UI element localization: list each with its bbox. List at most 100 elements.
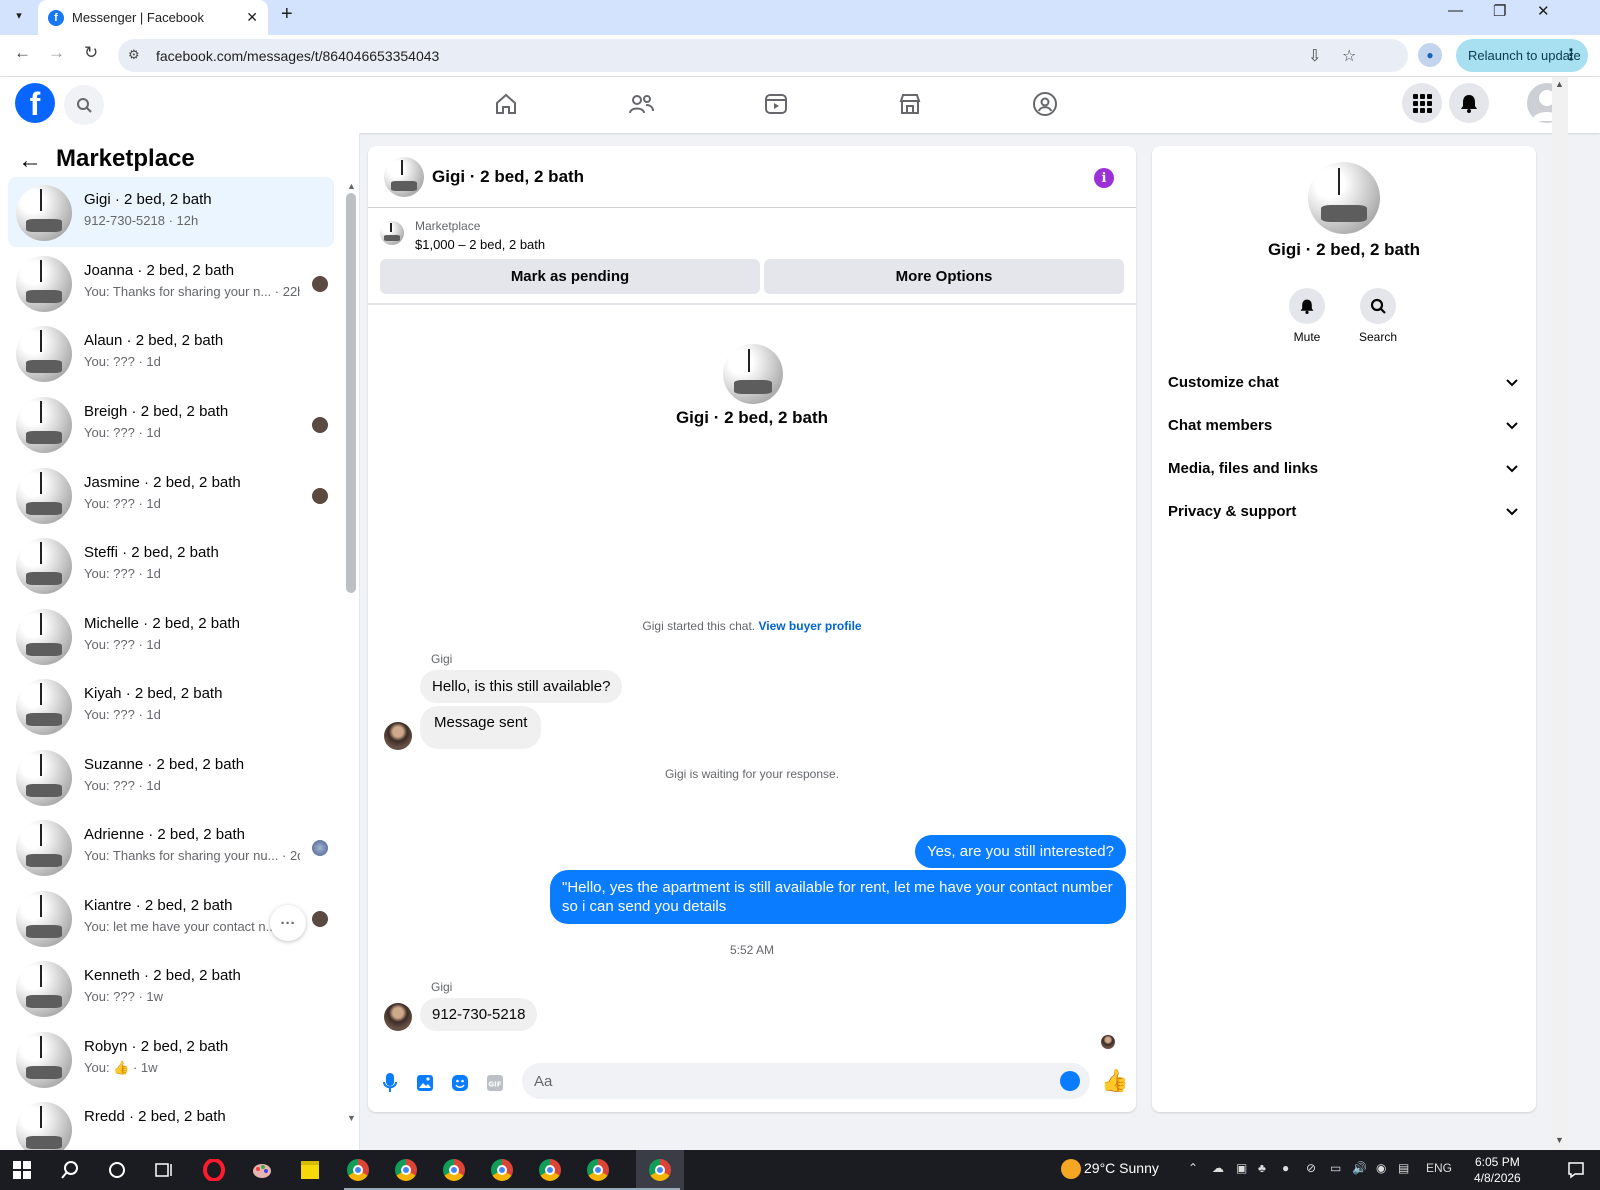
message-input[interactable]: Aa: [522, 1063, 1090, 1099]
reload-icon[interactable]: ↻: [84, 43, 98, 63]
marketplace-icon[interactable]: [895, 89, 925, 119]
scroll-down-icon[interactable]: ▼: [347, 1113, 356, 1123]
notification-center-icon[interactable]: [1562, 1156, 1590, 1184]
conversation-item[interactable]: Suzanne · 2 bed, 2 bath You: ??? · 1d: [8, 742, 334, 812]
conversation-item[interactable]: Breigh · 2 bed, 2 bath You: ??? · 1d: [8, 389, 334, 459]
more-options-icon[interactable]: ···: [270, 905, 306, 941]
emoji-icon[interactable]: [1060, 1071, 1080, 1091]
more-options-button[interactable]: More Options: [764, 259, 1124, 294]
media-files-links-section[interactable]: Media, files and links: [1168, 446, 1520, 490]
cloud-icon[interactable]: ☁: [1212, 1161, 1224, 1175]
facebook-logo[interactable]: f: [15, 83, 55, 123]
new-tab-icon[interactable]: +: [281, 3, 293, 26]
window-close-icon[interactable]: ✕: [1537, 2, 1550, 20]
chrome-icon[interactable]: [440, 1156, 468, 1184]
conversation-item[interactable]: Kiyah · 2 bed, 2 bath You: ??? · 1d: [8, 671, 334, 741]
conversation-item[interactable]: Kiantre · 2 bed, 2 bath You: let me have…: [8, 883, 334, 953]
browser-tab[interactable]: f Messenger | Facebook ✕: [38, 0, 268, 35]
tray-app-icon[interactable]: ♣: [1258, 1161, 1266, 1175]
chat-avatar[interactable]: [384, 157, 424, 197]
network-icon[interactable]: ▤: [1398, 1161, 1409, 1175]
scroll-down-icon[interactable]: ▼: [1555, 1135, 1564, 1145]
conversation-item[interactable]: Gigi · 2 bed, 2 bath 912-730-5218 · 12h: [8, 177, 334, 247]
browser-profile-icon[interactable]: ●: [1418, 43, 1442, 67]
chrome-icon[interactable]: [536, 1156, 564, 1184]
customize-chat-section[interactable]: Customize chat: [1168, 360, 1520, 404]
microphone-icon[interactable]: [379, 1072, 401, 1094]
bookmark-star-icon[interactable]: ☆: [1342, 46, 1356, 66]
sticky-notes-icon[interactable]: [296, 1156, 324, 1184]
tray-app-icon[interactable]: ●: [1282, 1161, 1289, 1175]
sender-avatar[interactable]: [384, 722, 412, 750]
tab-search-dropdown-icon[interactable]: ▾: [6, 2, 32, 28]
relaunch-button[interactable]: Relaunch to update ⋮: [1456, 39, 1588, 72]
scroll-up-icon[interactable]: ▲: [1555, 79, 1564, 89]
incoming-message[interactable]: Message sent: [420, 706, 542, 749]
view-buyer-profile-link[interactable]: View buyer profile: [758, 619, 861, 633]
restore-icon[interactable]: ❐: [1493, 2, 1506, 20]
chat-title[interactable]: Gigi · 2 bed, 2 bath: [432, 167, 584, 187]
system-clock[interactable]: 6:05 PM 4/8/2026: [1474, 1154, 1521, 1186]
mark-as-pending-button[interactable]: Mark as pending: [380, 259, 760, 294]
install-app-icon[interactable]: ⇩: [1308, 46, 1321, 66]
weather-text[interactable]: 29°C Sunny: [1084, 1160, 1159, 1176]
notifications-bell-icon[interactable]: [1449, 83, 1489, 123]
incoming-message[interactable]: 912-730-5218: [420, 998, 538, 1031]
conversation-item[interactable]: Michelle · 2 bed, 2 bath You: ??? · 1d: [8, 601, 334, 671]
conversation-item[interactable]: Jasmine · 2 bed, 2 bath You: ??? · 1d: [8, 460, 334, 530]
listing-thumbnail[interactable]: [380, 221, 404, 245]
conversation-item[interactable]: Adrienne · 2 bed, 2 bath You: Thanks for…: [8, 812, 334, 882]
conversation-item[interactable]: Joanna · 2 bed, 2 bath You: Thanks for s…: [8, 248, 334, 318]
sticker-icon[interactable]: [449, 1072, 471, 1094]
conversation-item[interactable]: Alaun · 2 bed, 2 bath You: ??? · 1d: [8, 318, 334, 388]
windows-start-icon[interactable]: [8, 1156, 36, 1184]
volume-icon[interactable]: 🔊: [1352, 1161, 1367, 1175]
scroll-up-icon[interactable]: ▲: [347, 181, 356, 191]
forward-icon[interactable]: →: [48, 43, 65, 63]
chrome-icon[interactable]: [344, 1156, 372, 1184]
thumbs-up-icon[interactable]: 👍: [1101, 1068, 1128, 1094]
paint-app-icon[interactable]: [248, 1156, 276, 1184]
browser-menu-icon[interactable]: ⋮: [1563, 45, 1579, 65]
info-icon[interactable]: i: [1094, 168, 1114, 188]
groups-icon[interactable]: [1030, 89, 1060, 119]
minimize-icon[interactable]: —: [1448, 2, 1463, 19]
network-off-icon[interactable]: ⊘: [1306, 1161, 1316, 1175]
chrome-icon[interactable]: [584, 1156, 612, 1184]
search-icon[interactable]: [56, 1156, 84, 1184]
sidebar-scrollbar[interactable]: [346, 193, 356, 593]
task-view-icon[interactable]: [150, 1156, 178, 1184]
site-info-icon[interactable]: ⚙: [128, 47, 140, 63]
conversation-item[interactable]: Rredd · 2 bed, 2 bath: [8, 1094, 334, 1150]
back-arrow-icon[interactable]: ←: [18, 147, 42, 175]
menu-grid-icon[interactable]: [1402, 83, 1442, 123]
conversation-item[interactable]: Robyn · 2 bed, 2 bath You: 👍 · 1w: [8, 1024, 334, 1094]
chrome-icon[interactable]: [488, 1156, 516, 1184]
cortana-icon[interactable]: [103, 1156, 131, 1184]
search-in-chat-button[interactable]: Search: [1348, 288, 1408, 344]
conversation-item[interactable]: Steffi · 2 bed, 2 bath You: ??? · 1d: [8, 530, 334, 600]
listing-price[interactable]: $1,000 – 2 bed, 2 bath: [415, 237, 545, 252]
tray-app-icon[interactable]: ◉: [1376, 1161, 1386, 1175]
page-scrollbar[interactable]: ▲ ▼: [1552, 77, 1568, 1150]
back-icon[interactable]: ←: [14, 43, 31, 63]
sender-avatar[interactable]: [384, 1003, 412, 1031]
battery-icon[interactable]: ▭: [1330, 1161, 1341, 1175]
chat-members-section[interactable]: Chat members: [1168, 403, 1520, 447]
opera-icon[interactable]: [200, 1156, 228, 1184]
mute-button[interactable]: Mute: [1277, 288, 1337, 344]
conversation-item[interactable]: Kenneth · 2 bed, 2 bath You: ??? · 1w: [8, 953, 334, 1023]
app-tray-icon[interactable]: ▣: [1236, 1161, 1247, 1175]
friends-icon[interactable]: [626, 89, 656, 119]
home-icon[interactable]: [491, 89, 521, 119]
chrome-icon[interactable]: [392, 1156, 420, 1184]
language-indicator[interactable]: ENG: [1426, 1161, 1452, 1175]
video-icon[interactable]: [761, 89, 791, 119]
photo-icon[interactable]: [414, 1072, 436, 1094]
address-bar[interactable]: ⚙ facebook.com/messages/t/86404665335404…: [118, 39, 1408, 72]
info-avatar[interactable]: [1308, 162, 1380, 234]
privacy-support-section[interactable]: Privacy & support: [1168, 489, 1520, 533]
chrome-icon[interactable]: [646, 1156, 674, 1184]
gif-icon[interactable]: GIF: [484, 1072, 506, 1094]
close-tab-icon[interactable]: ✕: [246, 9, 258, 26]
